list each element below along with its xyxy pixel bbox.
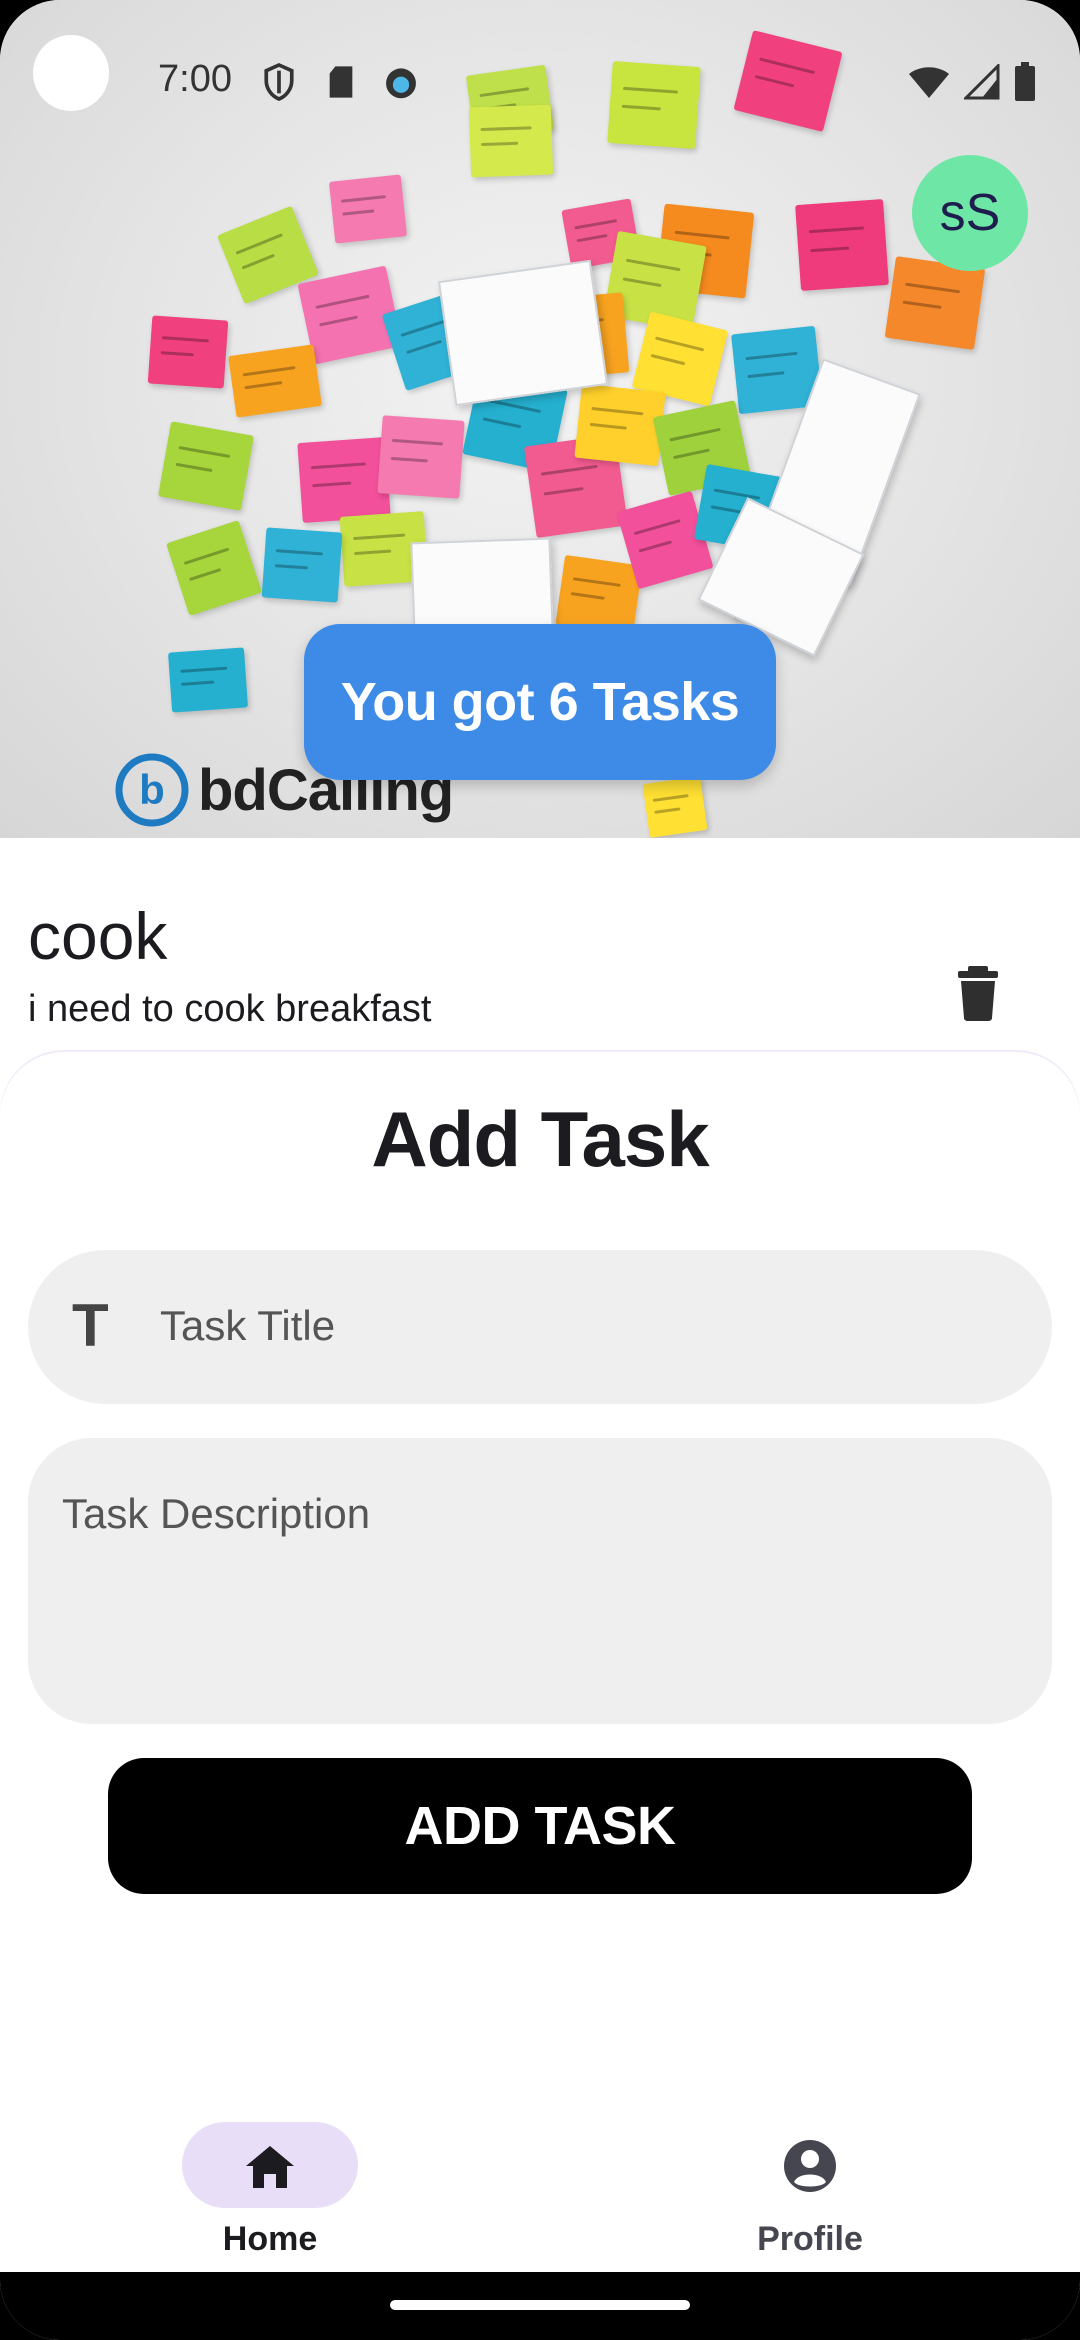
wifi-icon [909,67,949,98]
profile-avatar[interactable]: sS [912,155,1028,271]
text-T-icon: T [72,1292,109,1359]
battery-icon [1015,62,1035,101]
status-indicators [908,62,1036,102]
bdcalling-logo-icon: b [115,753,189,827]
add-task-bottom-sheet: Add Task T Task Title Task Description A… [0,1052,1080,2082]
app-notification-icon [386,68,416,99]
task-count-badge: You got 6 Tasks [304,624,776,780]
camera-cutout [33,35,109,111]
status-time: 7:00 [158,58,232,100]
nav-label-profile: Profile [757,2220,863,2258]
shield-icon [264,62,294,101]
add-task-button[interactable]: ADD TASK [108,1758,972,1894]
sd-card-icon [329,66,353,98]
trash-icon[interactable] [956,962,1000,1022]
bottom-navigation-bar: Home Profile [0,2082,1080,2272]
task-description-input[interactable]: Task Description [28,1438,1052,1724]
task-title: cook [28,899,168,973]
task-title-input[interactable]: T Task Title [28,1250,1052,1404]
app-screen: 7:00 sS b bdCalling You got 6 Tasks cook… [0,0,1080,2340]
nav-label-home: Home [222,2220,318,2258]
task-description: i need to cook breakfast [28,988,432,1030]
svg-text:b: b [139,766,165,813]
nav-item-home[interactable]: Home [160,2102,380,2262]
cellular-signal-icon [964,64,1000,100]
gesture-handle[interactable] [390,2300,690,2310]
task-description-placeholder: Task Description [62,1490,371,1537]
account-circle-icon [784,2140,836,2192]
home-icon [246,2146,294,2188]
task-list-item[interactable]: cook i need to cook breakfast [0,848,1080,1068]
task-title-placeholder: Task Title [160,1302,336,1349]
nav-item-profile[interactable]: Profile [700,2102,920,2262]
sheet-title: Add Task [371,1095,709,1183]
hero-banner-image: 7:00 sS b bdCalling You got 6 Tasks [0,0,1080,838]
